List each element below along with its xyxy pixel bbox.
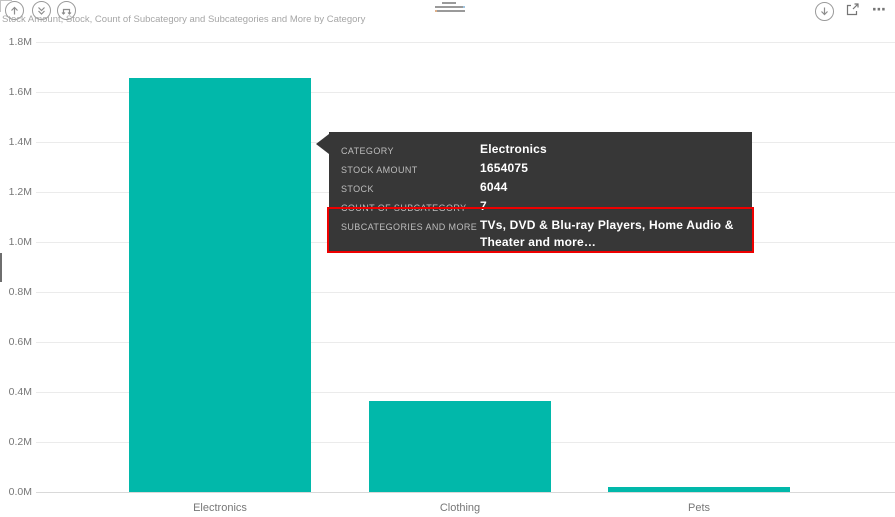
bar-clothing[interactable] <box>369 401 551 492</box>
tooltip-field-label: STOCK <box>341 179 480 198</box>
y-axis-title-clipped <box>0 253 2 282</box>
drill-down-icon <box>818 5 831 18</box>
more-options-icon: ⋯ <box>872 4 888 14</box>
more-options-button[interactable]: ⋯ <box>868 2 892 16</box>
tooltip-field-value: TVs, DVD & Blu-ray Players, Home Audio &… <box>480 217 740 251</box>
tooltip-field-value: 6044 <box>480 179 740 196</box>
y-axis-tick-label: 0.0M <box>0 486 32 498</box>
tooltip-field-label: SUBCATEGORIES AND MORE <box>341 217 480 236</box>
tooltip-row: COUNT OF SUBCATEGORY7 <box>341 198 740 217</box>
y-axis-tick-label: 0.2M <box>0 436 32 448</box>
x-axis-tick-label: Electronics <box>160 502 280 514</box>
focus-mode-button[interactable] <box>845 4 860 19</box>
visual-drag-handle[interactable] <box>435 2 463 13</box>
drag-handle-line <box>435 6 465 8</box>
tooltip-arrow <box>316 134 329 154</box>
tooltip-row: STOCK AMOUNT1654075 <box>341 160 740 179</box>
y-axis-tick-label: 1.4M <box>0 136 32 148</box>
gridline <box>36 492 895 493</box>
y-axis-tick-label: 1.0M <box>0 236 32 248</box>
tooltip-field-label: CATEGORY <box>341 141 480 160</box>
y-axis-tick-label: 1.2M <box>0 186 32 198</box>
y-axis-tick-label: 0.8M <box>0 286 32 298</box>
y-axis-tick-label: 0.6M <box>0 336 32 348</box>
drill-down-button[interactable] <box>815 2 834 21</box>
gridline <box>36 42 895 43</box>
drag-handle-line <box>435 10 465 12</box>
tooltip-row: STOCK6044 <box>341 179 740 198</box>
tooltip-row: CATEGORYElectronics <box>341 141 740 160</box>
chart-title: Stock Amount, Stock, Count of Subcategor… <box>2 14 365 25</box>
drag-handle-line <box>442 2 456 4</box>
tooltip-field-value: Electronics <box>480 141 740 158</box>
tooltip-field-label: STOCK AMOUNT <box>341 160 480 179</box>
powerbi-visual-container: ⋯ Stock Amount, Stock, Count of Subcateg… <box>0 0 895 517</box>
x-axis-tick-label: Clothing <box>400 502 520 514</box>
y-axis-tick-label: 1.6M <box>0 86 32 98</box>
y-axis-tick-label: 0.4M <box>0 386 32 398</box>
tooltip-row: SUBCATEGORIES AND MORETVs, DVD & Blu-ray… <box>341 217 740 251</box>
bar-pets[interactable] <box>608 487 790 492</box>
tooltip-field-value: 1654075 <box>480 160 740 177</box>
tooltip: CATEGORYElectronicsSTOCK AMOUNT1654075ST… <box>329 132 752 252</box>
tooltip-field-value: 7 <box>480 198 740 215</box>
focus-mode-icon <box>845 2 860 22</box>
tooltip-field-label: COUNT OF SUBCATEGORY <box>341 198 480 217</box>
x-axis-tick-label: Pets <box>639 502 759 514</box>
tooltip-rows: CATEGORYElectronicsSTOCK AMOUNT1654075ST… <box>341 141 740 251</box>
bar-electronics[interactable] <box>129 78 311 492</box>
y-axis-tick-label: 1.8M <box>0 36 32 48</box>
